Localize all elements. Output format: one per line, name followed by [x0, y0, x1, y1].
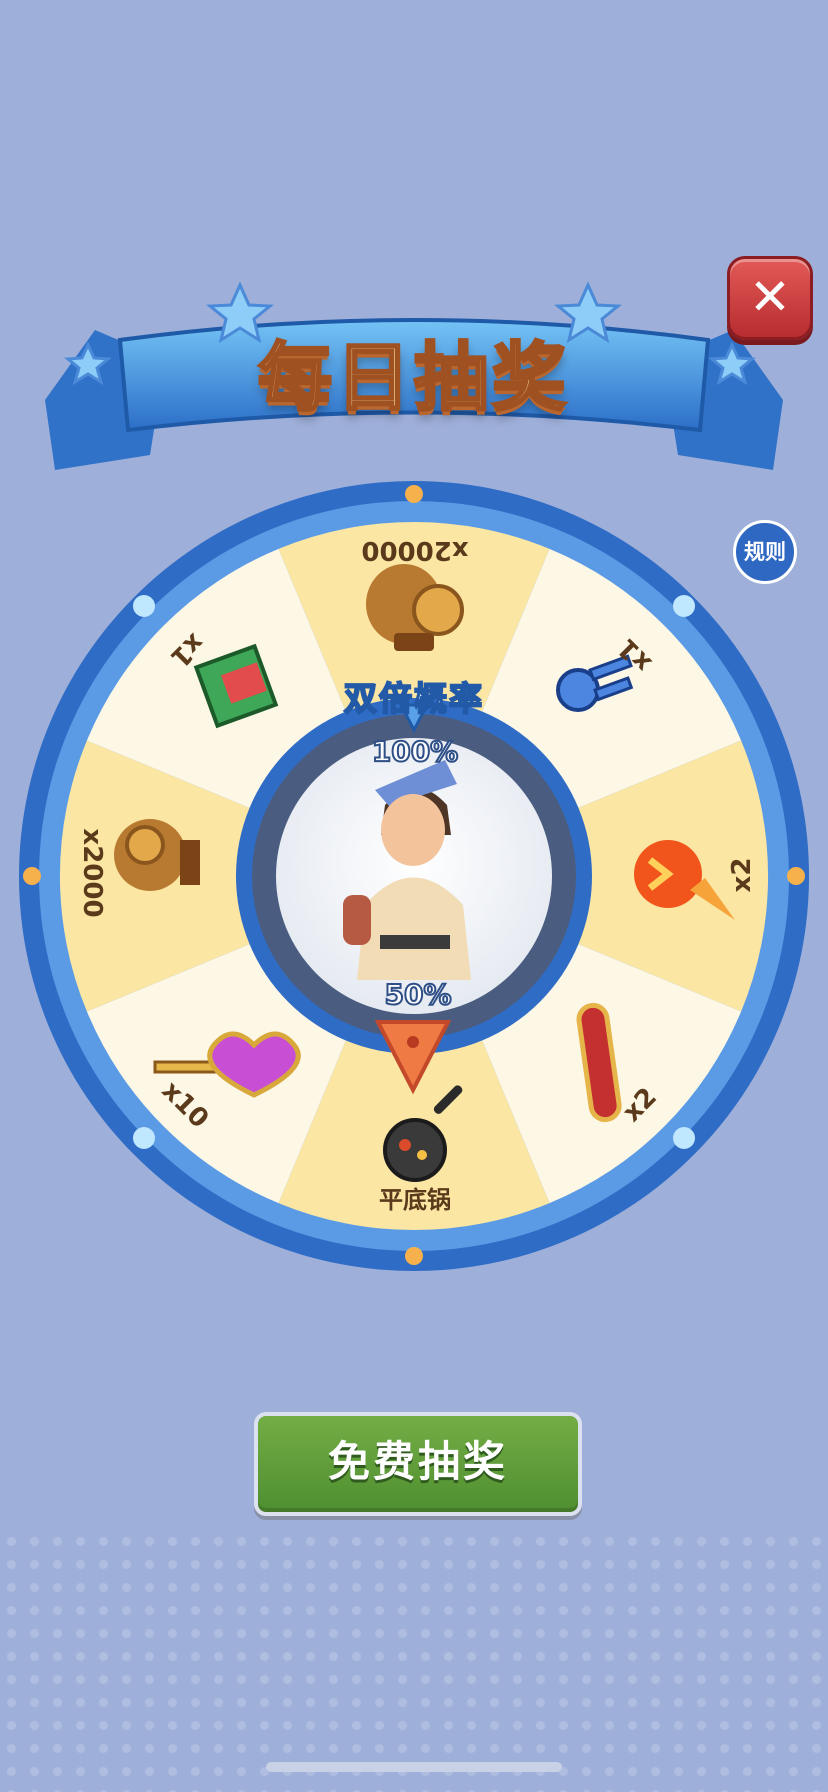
- rim-bulb: [673, 1127, 695, 1149]
- rim-bulb: [405, 485, 423, 503]
- free-spin-button[interactable]: 免费抽奖: [254, 1412, 582, 1516]
- rim-bulb: [133, 1127, 155, 1149]
- daily-lottery-screen: 每日抽奖 ✕ 规则 双倍概率 100% 50% x20000 x1 x2 x2 …: [0, 0, 828, 1792]
- rim-bulb: [23, 867, 41, 885]
- rim-bulb: [405, 1247, 423, 1265]
- rim-bulb: [787, 867, 805, 885]
- prize-label: 平底锅: [379, 1186, 451, 1214]
- pointer-dot: [407, 1036, 419, 1048]
- prize-label: x2: [727, 857, 757, 893]
- double-probability-label: 双倍概率: [343, 678, 484, 719]
- prize-label: x2000: [77, 828, 107, 918]
- rules-button[interactable]: 规则: [733, 520, 797, 584]
- close-icon: ✕: [749, 268, 791, 326]
- probability-bottom-label: 50%: [383, 977, 452, 1012]
- prize-label: x20000: [361, 535, 469, 565]
- home-indicator[interactable]: [266, 1762, 562, 1772]
- rim-bulb: [133, 595, 155, 617]
- probability-top-label: 100%: [371, 734, 460, 769]
- page-title: 每日抽奖: [257, 334, 570, 423]
- close-button[interactable]: ✕: [727, 256, 813, 340]
- rim-bulb: [673, 595, 695, 617]
- wheel-graphics: [19, 281, 809, 1271]
